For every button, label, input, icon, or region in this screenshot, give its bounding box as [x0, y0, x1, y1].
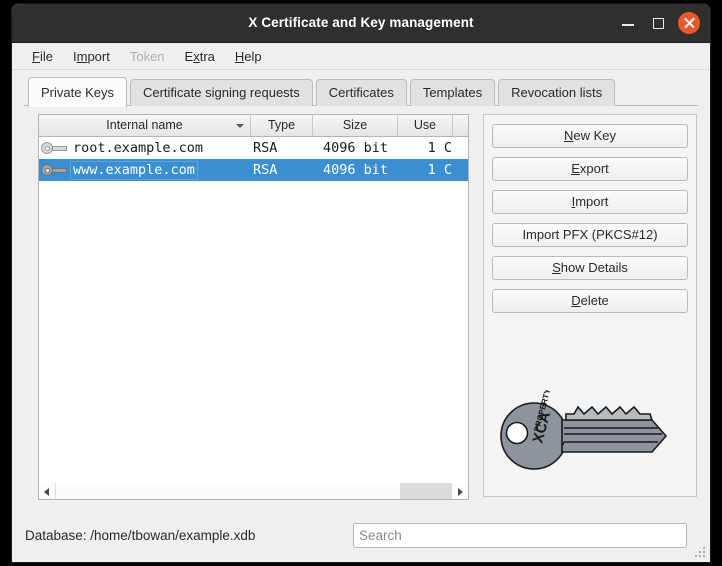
import-pfx-button[interactable]: Import PFX (PKCS#12) [492, 223, 688, 247]
column-header-type[interactable]: Type [251, 115, 313, 136]
table-row[interactable]: www.example.com RSA 4096 bit 1 C [39, 159, 468, 181]
window-title: X Certificate and Key management [248, 15, 474, 30]
private-keys-table: Internal name Type Size Use root.example… [38, 114, 469, 497]
cell-use: 1 C [427, 140, 452, 156]
show-details-button[interactable]: Show Details [492, 256, 688, 280]
sort-descending-icon [236, 124, 244, 128]
maximize-button[interactable] [648, 13, 668, 33]
column-header-internal-name-label: Internal name [106, 118, 183, 132]
cell-type: RSA [253, 140, 278, 156]
database-path-label: Database: /home/tbowan/example.xdb [25, 528, 256, 543]
table-horizontal-scrollbar[interactable] [38, 483, 469, 500]
scroll-left-arrow-icon[interactable] [39, 483, 56, 499]
key-icon [41, 164, 67, 176]
menu-item-help[interactable]: Help [225, 46, 272, 67]
cell-internal-name: root.example.com [39, 140, 251, 157]
menu-item-token: Token [129, 48, 165, 64]
menu-item-import[interactable]: Import [63, 46, 120, 67]
menu-item-extra[interactable]: Extra [175, 46, 225, 67]
status-bar: Database: /home/tbowan/example.xdb [12, 512, 710, 562]
delete-button[interactable]: Delete [492, 289, 688, 313]
column-header-filler [453, 115, 468, 136]
new-key-button[interactable]: New Key [492, 124, 688, 148]
tab-private-keys[interactable]: Private Keys [28, 77, 127, 107]
import-button[interactable]: Import [492, 190, 688, 214]
cell-internal-name: www.example.com [39, 160, 251, 180]
tab-bar: Private Keys Certificate signing request… [12, 77, 710, 107]
scroll-right-arrow-icon[interactable] [451, 483, 468, 499]
title-bar: X Certificate and Key management [12, 4, 710, 43]
scrollbar-track[interactable] [56, 483, 451, 499]
column-header-size[interactable]: Size [313, 115, 398, 136]
close-button[interactable] [678, 12, 700, 34]
table-header-row: Internal name Type Size Use [39, 115, 468, 137]
row-name-text: root.example.com [73, 139, 204, 156]
minimize-icon [622, 24, 634, 26]
menu-bar: File Import Token Extra Help [12, 43, 710, 70]
xca-key-logo: PROPERTY OF XCA [500, 390, 668, 470]
actions-panel: New Key Export Import Import PFX (PKCS#1… [483, 114, 697, 497]
cell-size: 4096 bit [322, 140, 388, 156]
application-window: X Certificate and Key management File Im… [12, 4, 710, 562]
export-button[interactable]: Export [492, 157, 688, 181]
scrollbar-thumb[interactable] [400, 483, 451, 499]
cell-use: 1 C [427, 162, 452, 178]
tab-content-private-keys: Internal name Type Size Use root.example… [24, 112, 698, 502]
search-input[interactable] [353, 523, 687, 548]
column-header-internal-name[interactable]: Internal name [39, 115, 251, 136]
maximize-icon [653, 18, 664, 29]
menu-item-file[interactable]: File [22, 46, 63, 67]
row-name-text: www.example.com [70, 160, 198, 180]
tab-certificate-signing-requests[interactable]: Certificate signing requests [129, 79, 313, 106]
cell-size: 4096 bit [322, 162, 388, 178]
minimize-button[interactable] [618, 13, 638, 33]
key-icon [41, 142, 67, 154]
column-header-use[interactable]: Use [398, 115, 453, 136]
tab-templates[interactable]: Templates [409, 79, 496, 106]
tab-revocation-lists[interactable]: Revocation lists [498, 79, 616, 106]
resize-grip[interactable] [695, 547, 706, 558]
tab-certificates[interactable]: Certificates [315, 79, 407, 106]
cell-type: RSA [253, 162, 278, 178]
screen: X Certificate and Key management File Im… [0, 0, 722, 566]
table-row[interactable]: root.example.com RSA 4096 bit 1 C [39, 137, 468, 159]
